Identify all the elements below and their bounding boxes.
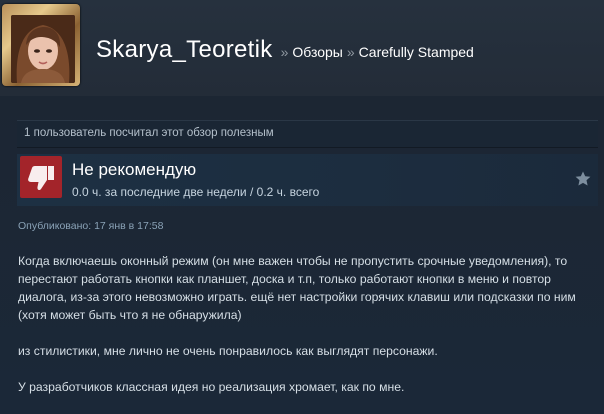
- breadcrumb-game-link[interactable]: Carefully Stamped: [359, 44, 474, 60]
- breadcrumb-reviews-link[interactable]: Обзоры: [292, 44, 343, 60]
- avatar-frame[interactable]: [2, 4, 80, 86]
- header-title-row: Skarya_Teoretik » Обзоры » Carefully Sta…: [96, 36, 474, 68]
- profile-header: Skarya_Teoretik » Обзоры » Carefully Sta…: [0, 0, 604, 96]
- avatar[interactable]: [11, 15, 75, 83]
- playtime-text: 0.0 ч. за последние две недели / 0.2 ч. …: [72, 185, 320, 199]
- username-link[interactable]: Skarya_Teoretik: [96, 36, 273, 64]
- review-paragraph: из стилистики, мне лично не очень понрав…: [18, 344, 438, 358]
- review-body: Когда включаешь оконный режим (он мне ва…: [18, 252, 600, 414]
- breadcrumb-separator: »: [346, 44, 355, 60]
- helpful-count-text: 1 пользователь посчитал этот обзор полез…: [24, 127, 274, 139]
- review-paragraph: У разработчиков классная идея но реализа…: [18, 380, 405, 394]
- posted-date: Опубликовано: 17 янв в 17:58: [18, 220, 164, 232]
- review-paragraph: Когда включаешь оконный режим (он мне ва…: [18, 254, 576, 322]
- recommendation-title: Не рекомендую: [72, 160, 197, 179]
- breadcrumb-separator: »: [280, 44, 289, 60]
- helpful-count-bar: 1 пользователь посчитал этот обзор полез…: [17, 120, 598, 148]
- thumbs-down-icon: [20, 156, 62, 198]
- award-star-icon[interactable]: [574, 170, 592, 188]
- avatar-image: [11, 15, 75, 83]
- recommendation-box: Не рекомендую 0.0 ч. за последние две не…: [17, 154, 598, 206]
